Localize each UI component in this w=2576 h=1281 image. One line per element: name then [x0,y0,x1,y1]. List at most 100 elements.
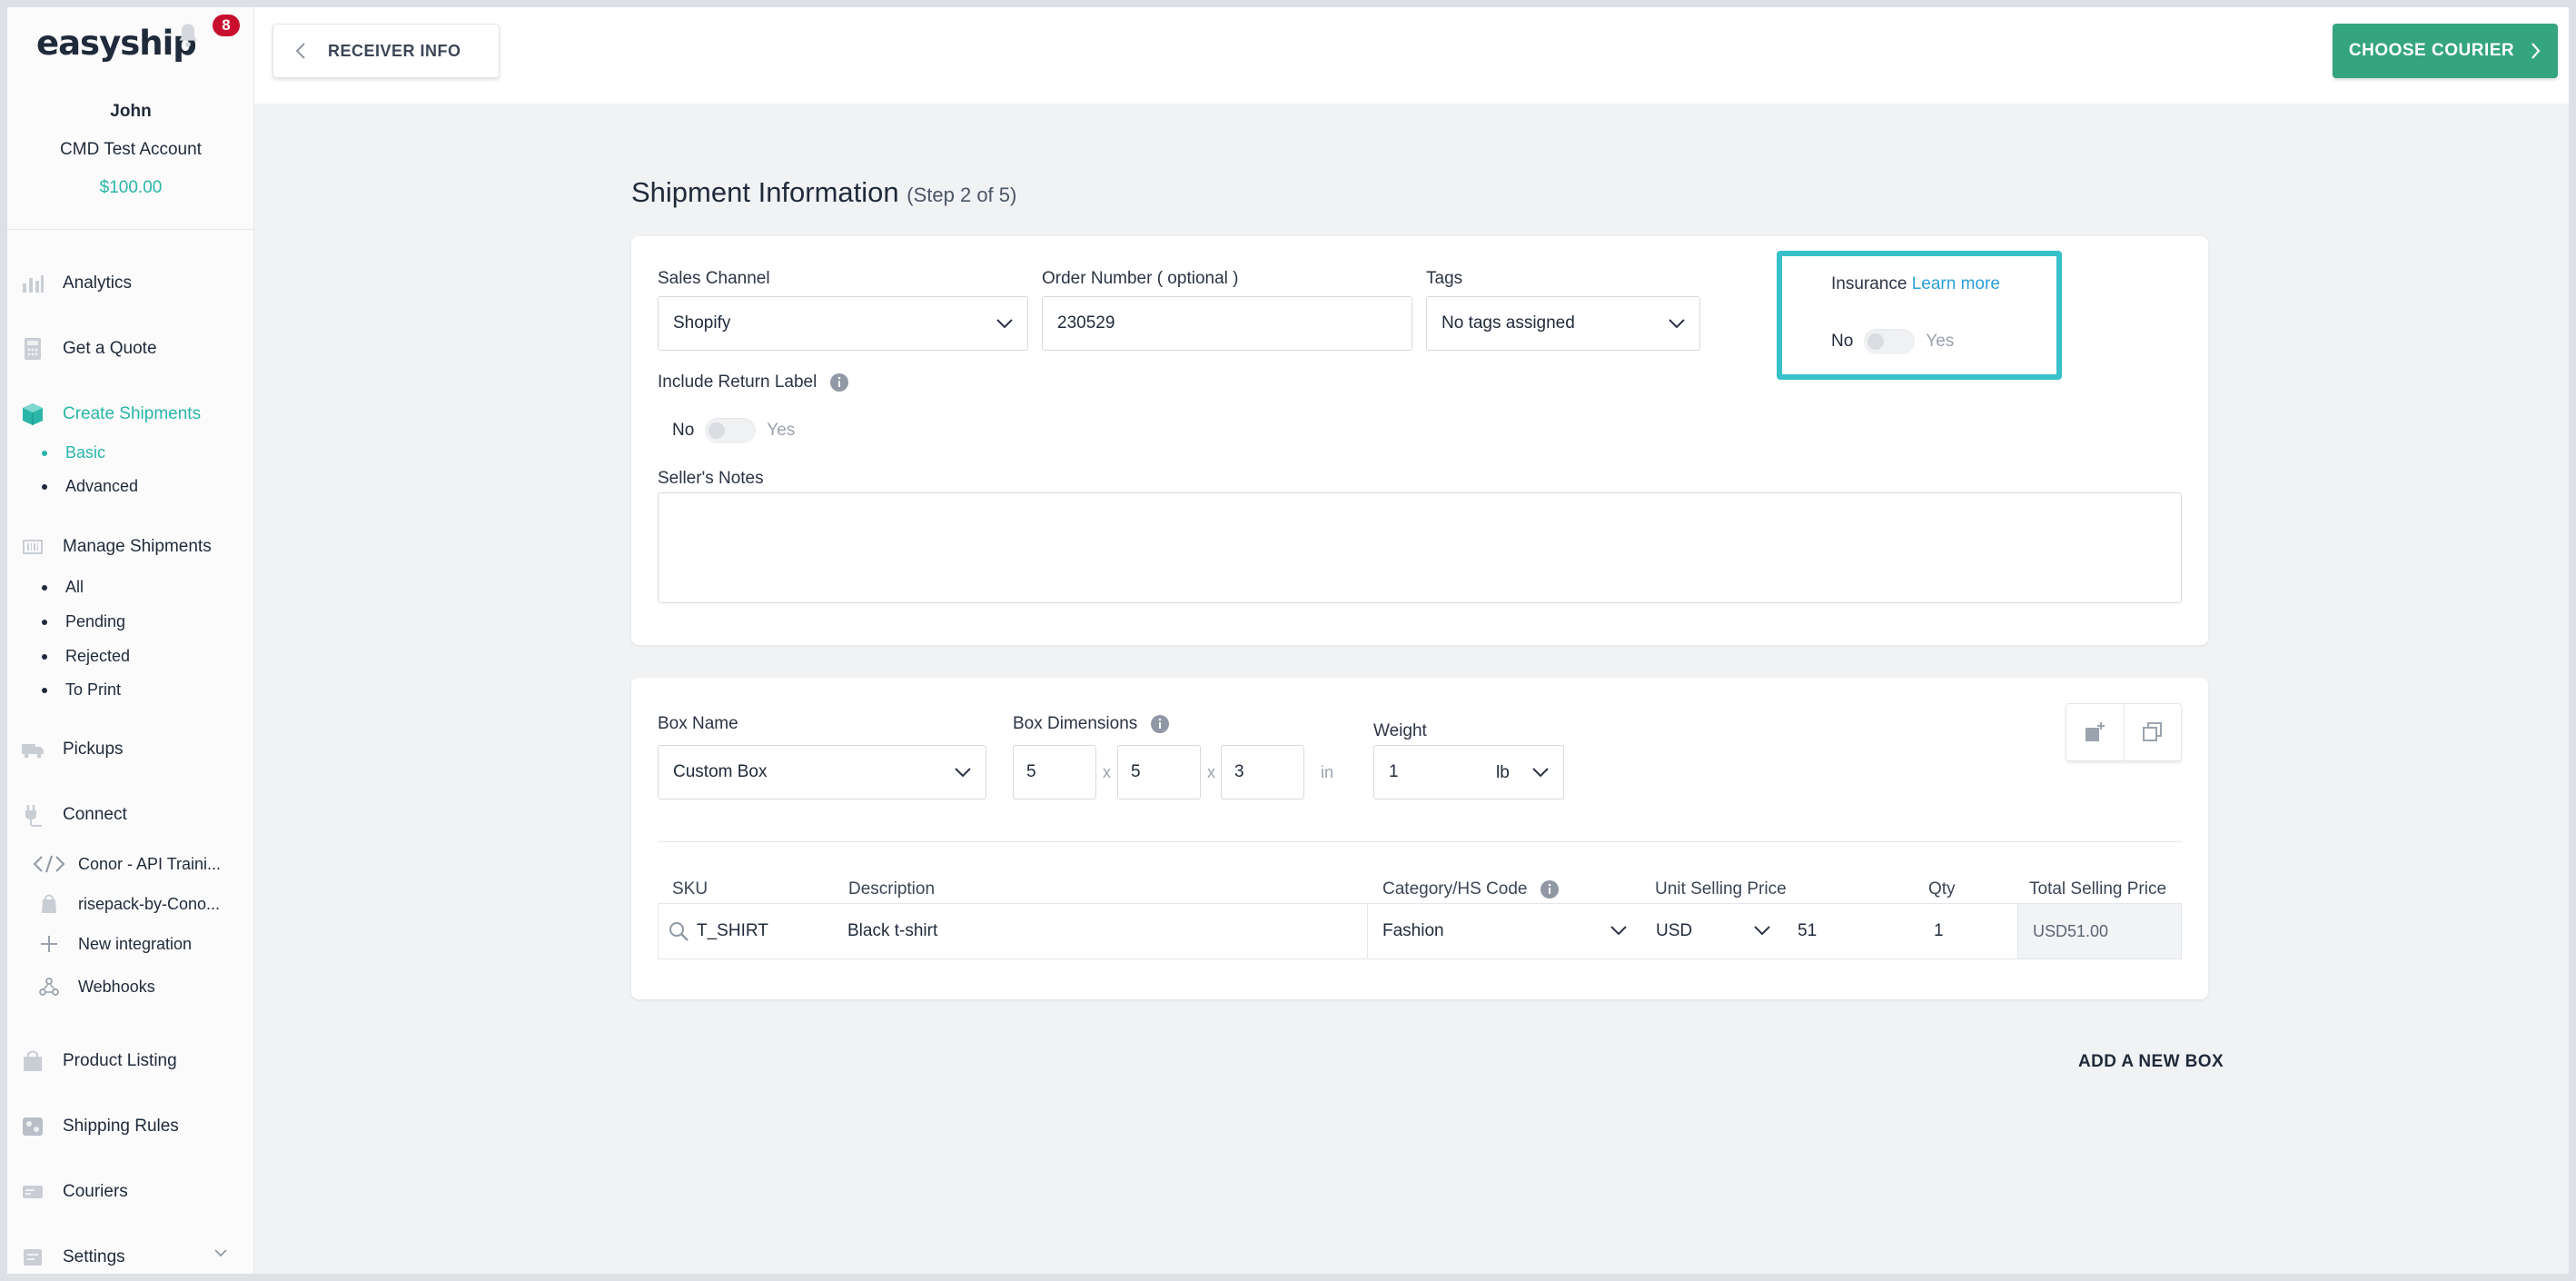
sidebar-subitem-label: To Print [65,680,122,699]
sidebar-subitem-to-print[interactable]: To Print [42,680,121,700]
sidebar-item-couriers[interactable]: Couriers [7,1174,254,1210]
top-bar: RECEIVER INFO CHOOSE COURIER [254,7,2569,104]
sidebar-item-shipping-rules[interactable]: Shipping Rules [7,1108,254,1145]
box-dimensions-text: Box Dimensions [1013,714,1138,734]
sidebar-item-connect[interactable]: Connect [7,797,254,833]
sidebar-divider [7,229,254,230]
return-label-toggle-row: No Yes [672,418,795,443]
sidebar-item-pickups[interactable]: Pickups [7,731,254,768]
add-new-box-button[interactable]: ADD A NEW BOX [2078,1052,2224,1072]
col-header-description: Description [848,879,936,899]
sidebar-subitem-rejected[interactable]: Rejected [42,647,130,666]
back-button-label: RECEIVER INFO [328,41,461,60]
order-number-input[interactable]: 230529 [1042,296,1412,351]
dimension-separator: x [1103,763,1111,781]
webhook-icon [33,975,65,998]
weight-input[interactable]: 1 lb [1373,745,1564,799]
insurance-yes-label: Yes [1926,332,1955,351]
sidebar-item-manage-shipments[interactable]: Manage Shipments [7,529,254,565]
col-header-total: Total Selling Price [2029,879,2167,899]
integration-item-webhooks[interactable]: Webhooks [33,972,155,1001]
integration-label: risepack-by-Cono... [78,894,221,913]
sidebar-subitem-label: Rejected [65,647,131,665]
add-item-button[interactable] [2066,704,2124,760]
settings-icon [24,1249,42,1266]
tags-select[interactable]: No tags assigned [1426,296,1700,351]
store-icon [24,1050,42,1071]
integration-label: New integration [78,934,193,953]
box-length-input[interactable]: 5 [1013,745,1096,799]
bell-icon[interactable] [173,20,203,51]
chevron-left-icon [295,43,305,59]
step-indicator: (Step 2 of 5) [907,184,1017,206]
sidebar-subitem-basic[interactable]: Basic [42,443,105,462]
box-height-input[interactable]: 3 [1221,745,1304,799]
sidebar-item-label: Settings [63,1247,125,1266]
choose-courier-label: CHOOSE COURIER [2348,41,2515,60]
insurance-learn-more-link[interactable]: Learn more [1912,274,2000,293]
integration-item-shopify[interactable]: risepack-by-Cono... [33,889,220,919]
box-name-value: Custom Box [673,762,768,781]
user-balance[interactable]: $100.00 [7,178,254,198]
sidebar-item-product-listing[interactable]: Product Listing [7,1043,254,1079]
choose-courier-button[interactable]: CHOOSE COURIER [2333,24,2558,78]
info-icon[interactable] [1150,714,1170,734]
col-header-sku: SKU [672,879,708,899]
search-icon [669,922,689,941]
analytics-icon [23,275,44,293]
insurance-toggle[interactable] [1864,329,1916,354]
page-title: Shipment Information (Step 2 of 5) [631,176,1016,209]
weight-unit-select[interactable]: lb [1496,763,1510,783]
box-name-label: Box Name [658,714,738,733]
info-icon[interactable] [1540,879,1560,899]
category-select[interactable]: Fashion [1367,904,1641,958]
sidebar-item-quote[interactable]: Get a Quote [7,331,254,367]
description-field[interactable]: Black t-shirt [847,904,937,958]
box-width-value: 5 [1131,762,1141,781]
insurance-label-text: Insurance [1831,274,1907,293]
app-frame: easyship 8 John CMD Test Account $100.00… [7,7,2569,1274]
sellers-notes-textarea[interactable] [658,492,2182,603]
sales-channel-select[interactable]: Shopify [658,296,1028,351]
return-no-label: No [672,421,695,440]
total-price: USD51.00 [2017,904,2181,958]
sidebar-item-create-shipments[interactable]: Create Shipments [7,396,254,432]
sales-channel-label: Sales Channel [658,269,770,288]
sidebar-item-analytics[interactable]: Analytics [7,265,254,302]
sidebar-item-label: Analytics [63,273,133,293]
rules-icon [23,1117,43,1136]
qty-input[interactable]: 1 [1934,904,1944,958]
duplicate-box-button[interactable] [2123,704,2181,760]
unit-price-value: 51 [1798,921,1818,940]
chevron-down-icon[interactable] [213,1245,229,1261]
return-yes-label: Yes [767,421,796,440]
sku-field[interactable]: T_SHIRT [668,904,768,958]
chevron-down-icon [1610,926,1627,936]
insurance-toggle-row: No Yes [1831,329,1954,354]
col-header-category: Category/HS Code [1382,879,1560,899]
info-icon[interactable] [829,372,849,392]
integration-item-new[interactable]: New integration [33,929,192,958]
integration-item-api[interactable]: Conor - API Traini... [33,849,221,879]
box-width-input[interactable]: 5 [1117,745,1201,799]
currency-select[interactable]: USD [1656,904,1788,958]
plus-icon [33,932,65,956]
col-header-unit-price: Unit Selling Price [1655,879,1787,899]
back-receiver-info-button[interactable]: RECEIVER INFO [272,24,500,78]
unit-price-input[interactable]: 51 [1798,904,1817,958]
sidebar-subitem-label: Basic [65,443,106,462]
sidebar-subitem-advanced[interactable]: Advanced [42,477,138,496]
chevron-down-icon [1532,768,1549,778]
return-label-toggle[interactable] [705,418,757,443]
user-account: CMD Test Account [60,140,202,159]
description-value: Black t-shirt [847,921,938,940]
sidebar-subitem-all[interactable]: All [42,578,84,597]
sidebar-subitem-pending[interactable]: Pending [42,612,125,631]
sidebar: easyship 8 John CMD Test Account $100.00… [7,7,254,1274]
weight-label: Weight [1373,721,1427,740]
box-name-select[interactable]: Custom Box [658,745,986,799]
sellers-notes-label: Seller's Notes [658,469,764,488]
sidebar-item-label: Manage Shipments [63,537,212,556]
copy-icon [2142,722,2162,741]
insurance-label: Insurance Learn more [1831,274,2000,294]
